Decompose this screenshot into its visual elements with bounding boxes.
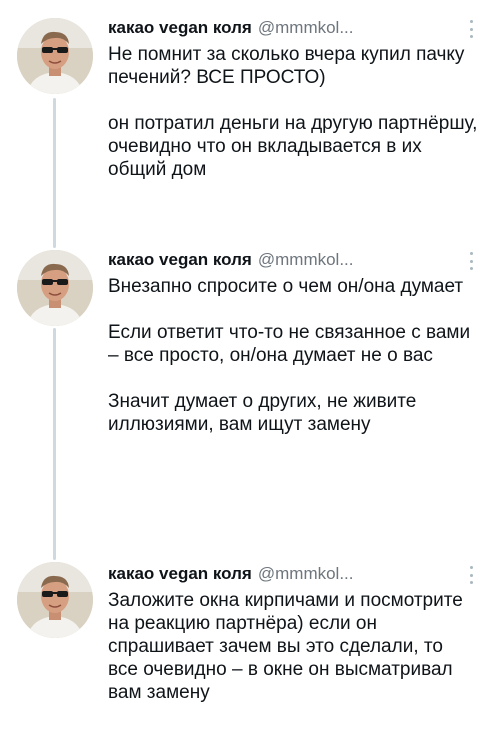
author-handle[interactable]: @mmmkol...: [258, 564, 354, 584]
more-options-icon[interactable]: [468, 252, 474, 270]
tweet-text: Заложите окна кирпичами и посмотрите на …: [108, 589, 478, 704]
tweet-header: какао vegan коля @mmmkol...: [108, 248, 354, 272]
tweet-header: какао vegan коля @mmmkol...: [108, 16, 354, 40]
avatar[interactable]: [17, 562, 93, 638]
tweet-paragraph: Если ответит что-то не связанное с вами …: [108, 322, 471, 366]
thread-line: [53, 98, 56, 248]
tweet-text: Не помнит за сколько вчера купил пачку п…: [108, 43, 478, 181]
tweet-header: какао vegan коля @mmmkol...: [108, 562, 354, 586]
author-handle[interactable]: @mmmkol...: [258, 250, 354, 270]
avatar[interactable]: [17, 18, 93, 94]
author-name[interactable]: какао vegan коля: [108, 564, 252, 584]
tweet-paragraph: Не помнит за сколько вчера купил пачку п…: [108, 44, 465, 88]
thread-line: [53, 328, 56, 560]
more-options-icon[interactable]: [468, 566, 474, 584]
more-options-icon[interactable]: [468, 20, 474, 38]
tweet-paragraph: Значит думает о других, не живите иллюзи…: [108, 391, 417, 435]
author-name[interactable]: какао vegan коля: [108, 18, 252, 38]
author-handle[interactable]: @mmmkol...: [258, 18, 354, 38]
avatar[interactable]: [17, 250, 93, 326]
tweet-paragraph: он потратил деньги на другую партнёршу, …: [108, 113, 478, 180]
author-name[interactable]: какао vegan коля: [108, 250, 252, 270]
tweet-paragraph: Внезапно спросите о чем он/она думает: [108, 276, 464, 297]
tweet-text: Внезапно спросите о чем он/она думает Ес…: [108, 275, 478, 436]
tweet-paragraph: Заложите окна кирпичами и посмотрите на …: [108, 590, 463, 703]
